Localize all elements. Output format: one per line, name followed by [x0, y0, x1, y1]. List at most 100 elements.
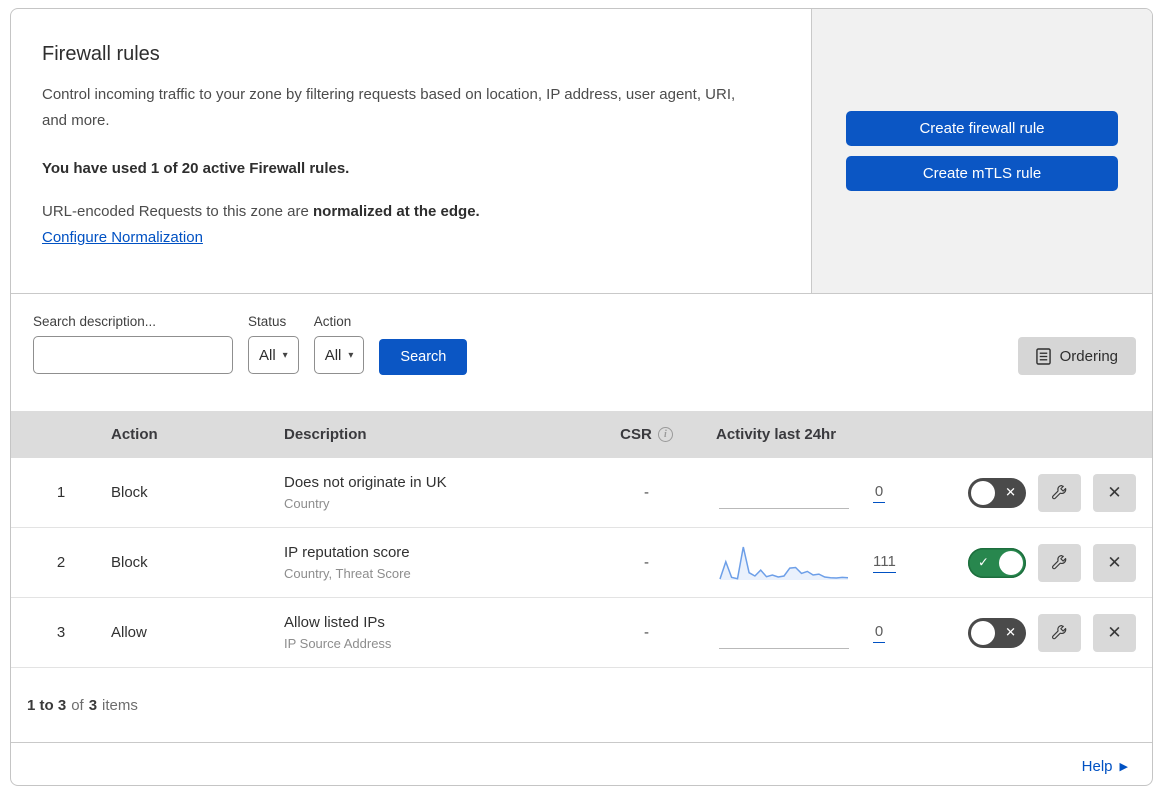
rule-csr-value: -	[644, 554, 649, 571]
activity-sparkline-empty	[719, 473, 849, 513]
wrench-icon	[1051, 624, 1067, 640]
configure-normalization-link[interactable]: Configure Normalization	[42, 229, 203, 246]
activity-count-link[interactable]: 111	[873, 553, 896, 573]
header-section: Firewall rules Control incoming traffic …	[11, 9, 1152, 294]
activity-sparkline	[719, 543, 849, 583]
wrench-icon	[1051, 554, 1067, 570]
summary-of: of	[71, 696, 84, 714]
rule-fields: IP Source Address	[284, 636, 392, 651]
status-selected-value: All	[259, 346, 276, 364]
rule-controls: ✕ ✕	[968, 613, 1152, 652]
csr-header-label: CSR	[620, 426, 652, 443]
search-input-wrapper	[33, 336, 233, 374]
normalization-bold: normalized at the edge.	[313, 202, 480, 220]
rule-number: 2	[56, 554, 66, 571]
table-header: Action Description CSR i Activity last 2…	[11, 411, 1152, 458]
activity-sparkline-empty	[719, 613, 849, 653]
rule-fields: Country, Threat Score	[284, 566, 411, 581]
normalization-note: URL-encoded Requests to this zone are no…	[42, 203, 771, 220]
rule-enabled-toggle[interactable]: ✓	[968, 547, 1026, 578]
rule-action: Block	[111, 554, 148, 571]
close-icon: ✕	[1107, 622, 1122, 642]
info-icon[interactable]: i	[657, 427, 673, 442]
action-filter-group: Action All ▾	[313, 314, 365, 374]
table-row: 2 Block IP reputation score Country, Thr…	[11, 528, 1152, 598]
edit-rule-button[interactable]	[1038, 613, 1081, 652]
close-icon: ✕	[1107, 482, 1122, 502]
action-selected-value: All	[324, 346, 342, 364]
rule-enabled-toggle[interactable]: ✕	[968, 477, 1026, 508]
column-header-activity: Activity last 24hr	[716, 426, 837, 443]
delete-rule-button[interactable]: ✕	[1093, 613, 1136, 652]
help-bar: Help ▶	[11, 742, 1152, 785]
rule-csr-value: -	[644, 624, 649, 641]
search-group: Search description...	[33, 314, 233, 374]
summary-items: items	[102, 696, 138, 714]
rule-description-cell: IP reputation score Country, Threat Scor…	[284, 544, 614, 581]
status-filter-group: Status All ▾	[248, 314, 299, 374]
rule-activity-cell: 0	[679, 473, 968, 513]
rule-activity-cell: 111	[679, 543, 968, 583]
status-label: Status	[248, 314, 287, 329]
column-header-description: Description	[284, 426, 367, 443]
action-label: Action	[313, 314, 352, 329]
create-firewall-rule-button[interactable]: Create firewall rule	[846, 111, 1118, 146]
delete-rule-button[interactable]: ✕	[1093, 473, 1136, 512]
rule-activity-cell: 0	[679, 613, 968, 653]
toggle-on-check-icon: ✓	[978, 554, 989, 570]
rule-controls: ✓ ✕	[968, 543, 1152, 582]
action-select[interactable]: All ▾	[313, 336, 365, 374]
status-select[interactable]: All ▾	[248, 336, 299, 374]
toggle-off-x-icon: ✕	[1005, 624, 1016, 640]
help-label: Help	[1081, 758, 1113, 775]
search-label: Search description...	[33, 314, 157, 329]
search-button[interactable]: Search	[379, 339, 468, 375]
edit-rule-button[interactable]	[1038, 543, 1081, 582]
rule-csr-value: -	[644, 484, 649, 501]
rule-enabled-toggle[interactable]: ✕	[968, 617, 1026, 648]
column-header-action: Action	[111, 426, 158, 443]
table-row: 1 Block Does not originate in UK Country…	[11, 458, 1152, 528]
wrench-icon	[1051, 484, 1067, 500]
pagination-summary: 1 to 3 of 3 items	[11, 668, 1152, 742]
firewall-rules-panel: Firewall rules Control incoming traffic …	[10, 8, 1153, 786]
rule-description: Does not originate in UK	[284, 474, 447, 491]
close-icon: ✕	[1107, 552, 1122, 572]
page-title: Firewall rules	[42, 43, 160, 65]
ordering-button-label: Ordering	[1059, 347, 1118, 365]
page-description: Control incoming traffic to your zone by…	[42, 86, 736, 130]
edit-rule-button[interactable]	[1038, 473, 1081, 512]
chevron-down-icon: ▾	[348, 349, 354, 361]
filter-bar: Search description... Status All ▾ Actio…	[11, 294, 1152, 411]
rule-action: Block	[111, 484, 148, 501]
summary-total: 3	[88, 696, 98, 714]
toggle-knob	[971, 620, 995, 645]
chevron-down-icon: ▾	[282, 349, 288, 361]
activity-count-link[interactable]: 0	[873, 483, 885, 503]
search-input[interactable]	[52, 347, 233, 363]
create-mtls-rule-button[interactable]: Create mTLS rule	[846, 156, 1118, 191]
help-link[interactable]: Help ▶	[1082, 758, 1128, 775]
column-header-csr: CSR i	[614, 426, 679, 443]
rule-action: Allow	[111, 624, 147, 641]
normalization-text: URL-encoded Requests to this zone are	[42, 202, 309, 220]
summary-range: 1 to 3	[27, 696, 67, 714]
arrow-right-icon: ▶	[1119, 761, 1128, 773]
toggle-off-x-icon: ✕	[1005, 484, 1016, 500]
search-button-group: Search	[379, 338, 468, 375]
activity-count-link[interactable]: 0	[873, 623, 885, 643]
rule-description-cell: Allow listed IPs IP Source Address	[284, 614, 614, 651]
rule-fields: Country	[284, 496, 330, 511]
delete-rule-button[interactable]: ✕	[1093, 543, 1136, 582]
rule-description: Allow listed IPs	[284, 614, 385, 631]
ordering-button[interactable]: Ordering	[1017, 337, 1136, 375]
rule-controls: ✕ ✕	[968, 473, 1152, 512]
toggle-knob	[999, 550, 1023, 575]
toggle-knob	[971, 480, 995, 505]
rule-number: 1	[56, 484, 66, 501]
table-row: 3 Allow Allow listed IPs IP Source Addre…	[11, 598, 1152, 668]
list-document-icon	[1035, 347, 1051, 365]
rule-number: 3	[56, 624, 66, 641]
rule-description-cell: Does not originate in UK Country	[284, 474, 614, 511]
rule-description: IP reputation score	[284, 544, 410, 561]
